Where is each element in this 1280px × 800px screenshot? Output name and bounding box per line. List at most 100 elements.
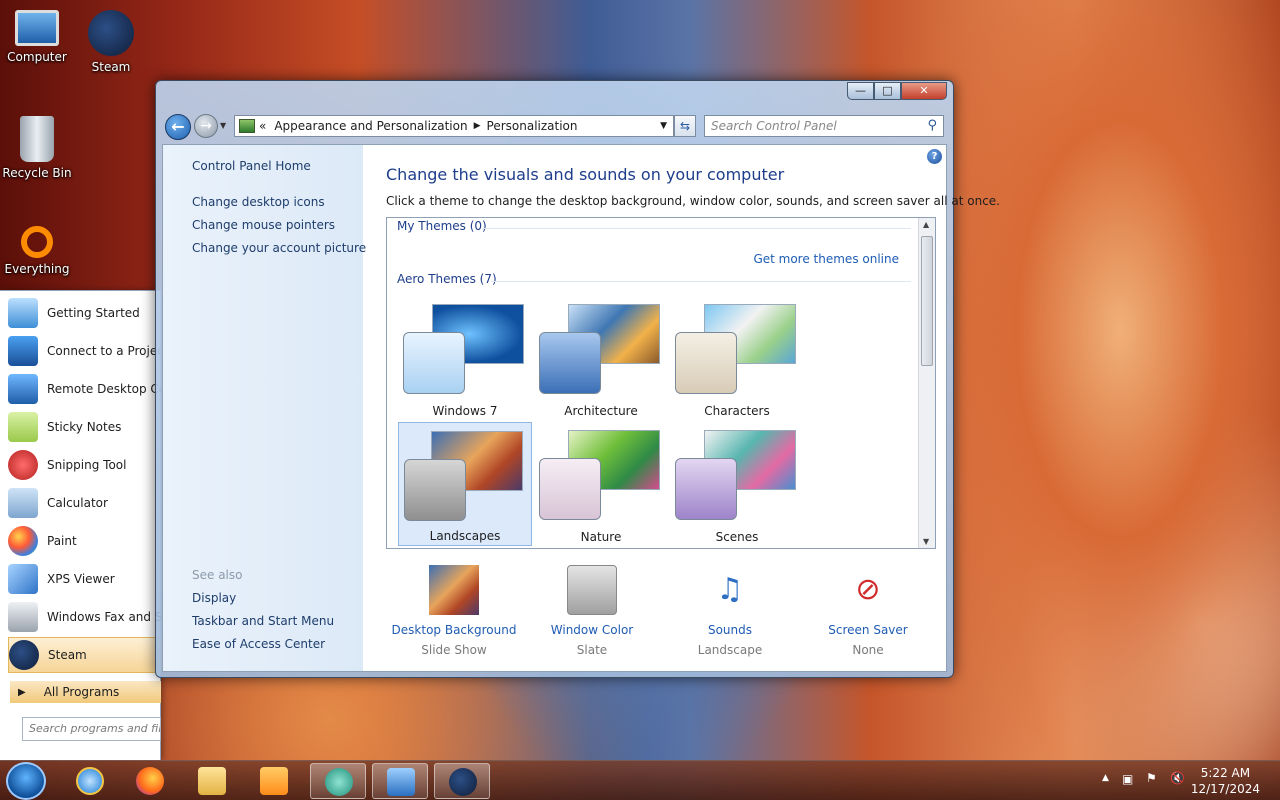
address-bar[interactable]: « Appearance and Personalization ▶ Perso…: [234, 115, 674, 137]
control-panel-icon: [387, 768, 415, 796]
taskbar-explorer[interactable]: [184, 763, 240, 799]
scroll-down-icon[interactable]: ▼: [923, 537, 929, 546]
setting-label[interactable]: Screen Saver: [798, 623, 938, 637]
address-prefix[interactable]: «: [259, 119, 266, 133]
taskbar-internet-explorer[interactable]: [62, 763, 118, 799]
start-item-sticky-notes[interactable]: Sticky Notes: [8, 409, 161, 445]
start-search-input[interactable]: Search programs and files: [22, 717, 161, 741]
remote-desktop-icon: [8, 374, 38, 404]
action-center-flag-icon[interactable]: ⚑: [1146, 771, 1157, 785]
start-item-calculator[interactable]: Calculator: [8, 485, 161, 521]
scroll-up-icon[interactable]: ▲: [923, 220, 929, 229]
taskbar-start-menu-link[interactable]: Taskbar and Start Menu: [192, 614, 334, 628]
start-item-getting-started[interactable]: Getting Started: [8, 295, 161, 331]
breadcrumb-personalization[interactable]: Personalization: [487, 119, 578, 133]
clock-time: 5:22 AM: [1200, 766, 1251, 780]
forward-button[interactable]: →: [194, 114, 218, 138]
control-panel-home-link[interactable]: Control Panel Home: [192, 159, 311, 173]
start-item-steam[interactable]: Steam: [8, 637, 161, 673]
theme-scenes[interactable]: Scenes: [670, 422, 804, 546]
taskbar-everything[interactable]: [310, 763, 366, 799]
setting-label[interactable]: Desktop Background: [384, 623, 524, 637]
back-button[interactable]: ←: [165, 114, 191, 140]
clock-date: 12/17/2024: [1190, 782, 1260, 796]
start-item-paint[interactable]: Paint: [8, 523, 161, 559]
show-hidden-icons-icon[interactable]: ▲: [1102, 773, 1109, 783]
close-button[interactable]: ✕: [901, 82, 947, 100]
desktop-icon-label: Steam: [91, 60, 131, 74]
theme-characters[interactable]: Characters: [670, 296, 804, 420]
help-icon[interactable]: ?: [927, 149, 942, 164]
themes-scrollbar[interactable]: ▲ ▼: [918, 218, 935, 548]
all-programs-label: All Programs: [43, 685, 120, 699]
start-item-snipping-tool[interactable]: Snipping Tool: [8, 447, 161, 483]
desktop-background-icon: [429, 565, 479, 615]
start-item-fax-scan[interactable]: Windows Fax and Scan: [8, 599, 161, 635]
desktop-background-setting[interactable]: Desktop Background Slide Show: [384, 565, 524, 657]
minimize-button[interactable]: —: [847, 82, 874, 100]
breadcrumb-appearance[interactable]: Appearance and Personalization: [274, 119, 467, 133]
address-dropdown-icon[interactable]: ▼: [660, 121, 667, 131]
get-more-themes-link[interactable]: Get more themes online: [753, 252, 899, 266]
desktop-icon-steam[interactable]: Steam: [71, 10, 151, 74]
start-item-label: Sticky Notes: [47, 420, 122, 434]
setting-label[interactable]: Window Color: [522, 623, 662, 637]
taskbar-firefox[interactable]: [122, 763, 178, 799]
theme-nature[interactable]: Nature: [534, 422, 668, 546]
projector-icon: [8, 336, 38, 366]
everything-icon: [21, 226, 53, 258]
setting-value: Slide Show: [421, 643, 487, 657]
sounds-setting[interactable]: ♫ Sounds Landscape: [660, 565, 800, 657]
taskbar-media-player[interactable]: [246, 763, 302, 799]
theme-landscapes[interactable]: Landscapes: [398, 422, 532, 546]
change-account-picture-link[interactable]: Change your account picture: [192, 241, 366, 255]
page-subtitle: Click a theme to change the desktop back…: [386, 194, 1000, 208]
clock[interactable]: 5:22 AM 12/17/2024: [1191, 765, 1260, 797]
window-color-setting[interactable]: Window Color Slate: [522, 565, 662, 657]
change-mouse-pointers-link[interactable]: Change mouse pointers: [192, 218, 335, 232]
search-control-panel-input[interactable]: Search Control Panel ⚲: [704, 115, 944, 137]
theme-color-swatch: [404, 459, 466, 521]
recent-pages-dropdown[interactable]: ▼: [220, 121, 226, 130]
desktop-icon-everything[interactable]: Everything: [0, 226, 77, 276]
desktop-icon-recycle-bin[interactable]: Recycle Bin: [0, 116, 77, 180]
setting-label[interactable]: Sounds: [660, 623, 800, 637]
scrollbar-thumb[interactable]: [921, 236, 933, 366]
display-link[interactable]: Display: [192, 591, 236, 605]
page-title: Change the visuals and sounds on your co…: [386, 165, 785, 184]
start-item-label: Windows Fax and Scan: [47, 610, 161, 624]
taskbar-steam[interactable]: [434, 763, 490, 799]
snipping-tool-icon: [8, 450, 38, 480]
start-item-label: Calculator: [47, 496, 108, 510]
all-programs-button[interactable]: ▶ All Programs: [10, 681, 161, 703]
window-color-icon: [567, 565, 617, 615]
desktop-icon-label: Computer: [7, 50, 67, 64]
calculator-icon: [8, 488, 38, 518]
taskbar-control-panel[interactable]: [372, 763, 428, 799]
start-item-connect-projector[interactable]: Connect to a Projector: [8, 333, 161, 369]
maximize-button[interactable]: □: [874, 82, 901, 100]
start-item-xps-viewer[interactable]: XPS Viewer: [8, 561, 161, 597]
left-pane: Control Panel Home Change desktop icons …: [163, 145, 366, 671]
theme-windows-7[interactable]: Windows 7: [398, 296, 532, 420]
internet-explorer-icon: [76, 767, 104, 795]
desktop-icon-label: Recycle Bin: [2, 166, 72, 180]
refresh-button[interactable]: ⇆: [674, 115, 696, 137]
volume-muted-icon[interactable]: 🔇: [1170, 771, 1185, 785]
group-divider: [482, 228, 911, 229]
start-button[interactable]: [6, 762, 46, 800]
recycle-bin-icon: [20, 116, 54, 162]
theme-architecture[interactable]: Architecture: [534, 296, 668, 420]
theme-color-swatch: [539, 332, 601, 394]
screen-saver-setting[interactable]: ⊘ Screen Saver None: [798, 565, 938, 657]
start-item-remote-desktop[interactable]: Remote Desktop Connection: [8, 371, 161, 407]
ease-of-access-link[interactable]: Ease of Access Center: [192, 637, 325, 651]
network-icon[interactable]: ▣: [1122, 772, 1133, 786]
desktop-icon-computer[interactable]: Computer: [0, 10, 77, 64]
change-desktop-icons-link[interactable]: Change desktop icons: [192, 195, 325, 209]
steam-icon: [449, 768, 477, 796]
breadcrumb-separator-icon[interactable]: ▶: [474, 121, 481, 131]
search-icon[interactable]: ⚲: [927, 118, 937, 133]
sticky-notes-icon: [8, 412, 38, 442]
setting-value: Slate: [576, 643, 608, 657]
